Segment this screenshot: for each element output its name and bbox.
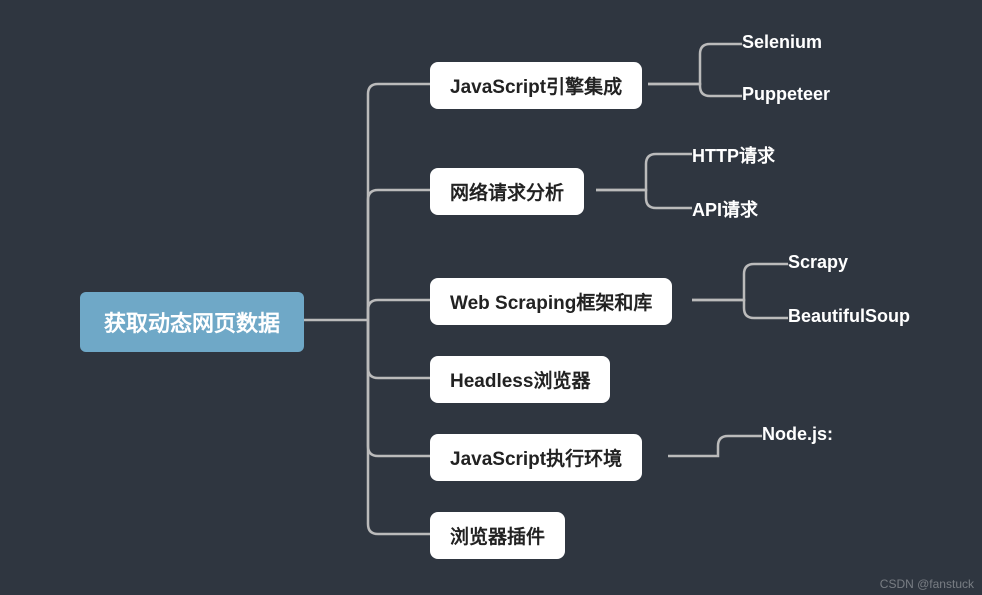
leaf-label: BeautifulSoup [788, 306, 910, 327]
leaf-puppeteer: Puppeteer [742, 84, 830, 105]
branch-network-analysis[interactable]: 网络请求分析 [430, 168, 584, 215]
leaf-http-request: HTTP请求 [692, 142, 775, 168]
leaf-label: Node.js: [762, 424, 833, 445]
branch-label: Headless浏览器 [450, 366, 590, 393]
leaf-label: API请求 [692, 196, 758, 222]
branch-label: JavaScript执行环境 [450, 444, 622, 471]
leaf-label: Puppeteer [742, 84, 830, 105]
branch-js-engine[interactable]: JavaScript引擎集成 [430, 62, 642, 109]
leaf-label: Selenium [742, 32, 822, 53]
root-node[interactable]: 获取动态网页数据 [80, 292, 304, 352]
attribution-watermark: CSDN @fanstuck [880, 577, 974, 591]
leaf-scrapy: Scrapy [788, 252, 848, 273]
leaf-label: HTTP请求 [692, 142, 775, 168]
leaf-selenium: Selenium [742, 32, 822, 53]
branch-headless-browser[interactable]: Headless浏览器 [430, 356, 610, 403]
branch-label: Web Scraping框架和库 [450, 288, 652, 315]
leaf-nodejs: Node.js: [762, 424, 833, 445]
branch-label: JavaScript引擎集成 [450, 72, 622, 99]
branch-js-runtime[interactable]: JavaScript执行环境 [430, 434, 642, 481]
branch-label: 浏览器插件 [450, 522, 545, 549]
leaf-beautifulsoup: BeautifulSoup [788, 306, 910, 327]
branch-label: 网络请求分析 [450, 178, 564, 205]
root-label: 获取动态网页数据 [104, 306, 280, 338]
branch-web-scraping[interactable]: Web Scraping框架和库 [430, 278, 672, 325]
leaf-label: Scrapy [788, 252, 848, 273]
branch-browser-plugin[interactable]: 浏览器插件 [430, 512, 565, 559]
leaf-api-request: API请求 [692, 196, 758, 222]
